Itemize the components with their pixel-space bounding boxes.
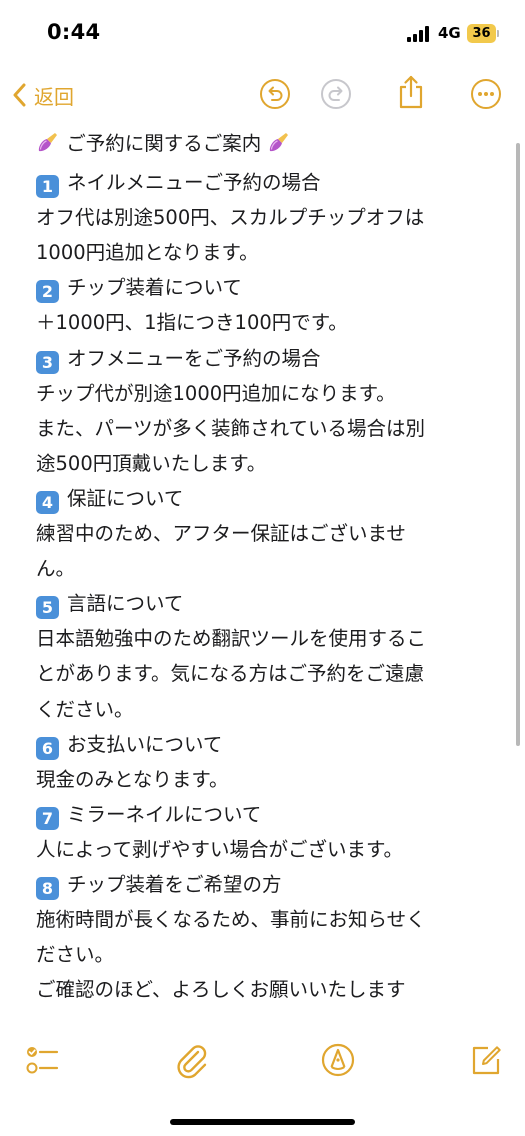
scrollbar[interactable] xyxy=(516,143,520,746)
note-title-line: ご予約に関するご案内 xyxy=(36,126,496,165)
note-body[interactable]: ご予約に関するご案内 1 ネイルメニューご予約の場合 オフ代は別途500円、スカル… xyxy=(36,126,496,1007)
section-text-line: オフ代は別途500円、スカルプチップオフは xyxy=(36,206,425,230)
section-text-line: 1000円追加となります。 xyxy=(36,241,259,265)
navigation-bar: 返回 xyxy=(0,70,525,120)
section-text-line: 人によって剥げやすい場合がございます。 xyxy=(36,837,403,861)
back-label: 返回 xyxy=(34,84,74,109)
ellipsis-icon xyxy=(470,78,502,110)
section-text-line: とがあります。気になる方はご予約をご遠慮 xyxy=(36,662,425,686)
pen-tip-icon xyxy=(318,1040,358,1080)
section-text-line: 日本語勉強中のため翻訳ツールを使用するこ xyxy=(36,627,427,651)
keycap-number-icon: 7 xyxy=(36,806,59,830)
cellular-signal-icon xyxy=(407,26,431,42)
section-heading: 7 ミラーネイルについて xyxy=(36,797,496,832)
section-text-line: 練習中のため、アフター保証はございませ xyxy=(36,522,406,546)
bottom-toolbar xyxy=(0,1040,525,1084)
redo-button[interactable] xyxy=(320,78,352,110)
attachment-button[interactable] xyxy=(172,1040,212,1080)
home-indicator[interactable] xyxy=(170,1119,355,1125)
section-heading: 8 チップ装着をご希望の方 xyxy=(36,867,496,902)
section-heading: 3 オフメニューをご予約の場合 xyxy=(36,341,496,376)
more-button[interactable] xyxy=(470,78,502,110)
section-heading: 4 保証について xyxy=(36,481,496,516)
section-text-line: また、パーツが多く装飾されている場合は別 xyxy=(36,416,426,440)
section-heading: 5 言語について xyxy=(36,586,496,621)
keycap-number-icon: 8 xyxy=(36,876,59,900)
compose-button[interactable] xyxy=(466,1040,506,1080)
markup-button[interactable] xyxy=(318,1040,358,1080)
keycap-number-icon: 2 xyxy=(36,280,59,304)
section-heading-text: ネイルメニューご予約の場合 xyxy=(67,171,321,195)
section-heading-text: オフメニューをご予約の場合 xyxy=(67,346,321,370)
status-bar: 0:44 4G 36 xyxy=(0,0,525,66)
section-heading: 2 チップ装着について xyxy=(36,270,496,305)
section-heading-text: 保証について xyxy=(67,486,184,510)
compose-icon xyxy=(466,1040,506,1080)
closing-line: ご確認のほど、よろしくお願いいたします xyxy=(36,978,406,1002)
note-title: ご予約に関するご案内 xyxy=(66,132,262,155)
chevron-left-icon xyxy=(12,83,26,107)
section-text-line: 途500円頂戴いたします。 xyxy=(36,451,267,475)
undo-icon xyxy=(259,78,291,110)
keycap-number-icon: 4 xyxy=(36,490,59,514)
section-text-line: 現金のみとなります。 xyxy=(36,767,229,791)
section-heading-text: チップ装着について xyxy=(67,276,242,300)
section-heading-text: お支払いについて xyxy=(67,732,223,756)
section-heading-text: 言語について xyxy=(67,592,184,616)
section-heading-text: ミラーネイルについて xyxy=(67,802,262,826)
checklist-icon xyxy=(22,1040,62,1080)
redo-icon xyxy=(320,78,352,110)
paperclip-icon xyxy=(172,1040,212,1080)
nail-polish-icon xyxy=(36,130,60,165)
section-heading-text: チップ装着をご希望の方 xyxy=(67,872,282,896)
section-text-line: ださい。 xyxy=(36,943,115,967)
checklist-button[interactable] xyxy=(22,1040,62,1080)
battery-icon: 36 xyxy=(467,24,496,43)
share-button[interactable] xyxy=(395,74,427,110)
section-text-line: ＋1000円、1指につき100円です。 xyxy=(36,311,348,335)
keycap-number-icon: 3 xyxy=(36,350,59,374)
network-type: 4G xyxy=(438,24,461,42)
keycap-number-icon: 6 xyxy=(36,736,59,760)
section-text-line: ください。 xyxy=(36,697,134,721)
section-heading: 1 ネイルメニューご予約の場合 xyxy=(36,165,496,200)
back-button[interactable]: 返回 xyxy=(12,78,74,112)
battery-cap xyxy=(497,30,499,37)
nail-polish-icon xyxy=(267,130,291,165)
section-text-line: ん。 xyxy=(36,557,76,581)
section-heading: 6 お支払いについて xyxy=(36,727,496,762)
share-icon xyxy=(395,74,427,110)
keycap-number-icon: 1 xyxy=(36,175,59,199)
keycap-number-icon: 5 xyxy=(36,596,59,620)
section-text-line: チップ代が別途1000円追加になります。 xyxy=(36,381,396,405)
section-text-line: 施術時間が長くなるため、事前にお知らせく xyxy=(36,908,426,932)
undo-button[interactable] xyxy=(259,78,291,110)
status-time: 0:44 xyxy=(47,20,101,44)
